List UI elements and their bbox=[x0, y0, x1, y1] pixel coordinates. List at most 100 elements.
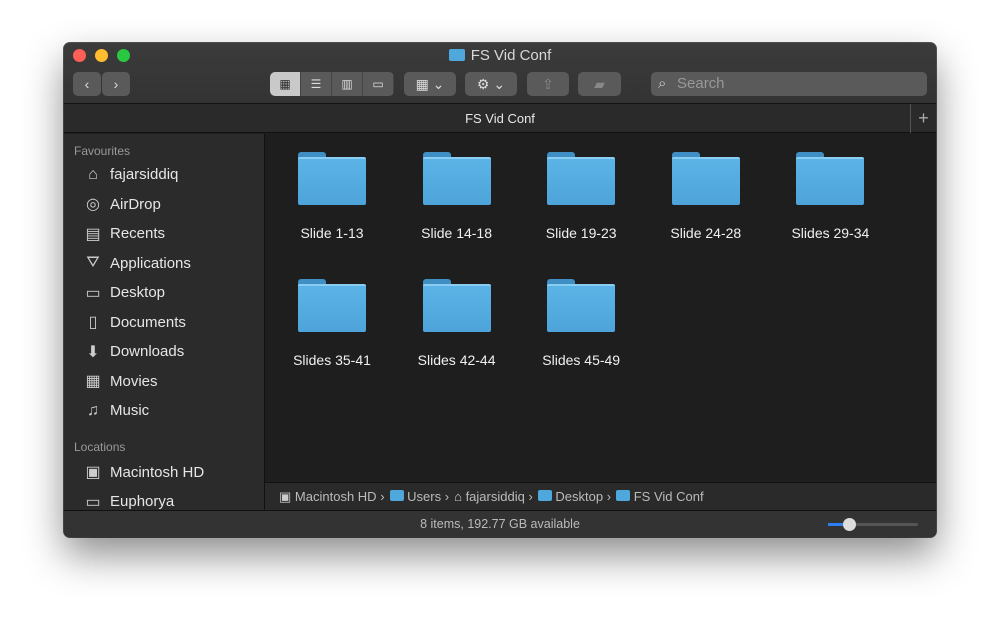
sidebar-item[interactable]: ▦ Movies bbox=[64, 367, 264, 397]
folder-icon bbox=[422, 279, 491, 332]
computer-icon: ▭ bbox=[85, 493, 101, 510]
sidebar-item-label: Downloads bbox=[110, 343, 185, 361]
hard-drive-icon: ▣ bbox=[279, 488, 292, 504]
back-button[interactable]: ‹ bbox=[73, 72, 101, 96]
sidebar-item[interactable]: ◎ AirDrop bbox=[64, 190, 264, 220]
folder-icon bbox=[547, 279, 616, 332]
path-segment[interactable]: Users › bbox=[389, 489, 450, 504]
music-icon: ♫ bbox=[87, 401, 99, 419]
forward-button[interactable]: › bbox=[102, 72, 130, 96]
icon-size-slider[interactable] bbox=[828, 518, 918, 531]
folder-icon bbox=[422, 152, 491, 205]
action-gear-button[interactable]: ⚙ ⌄ bbox=[465, 72, 517, 96]
folder-item[interactable]: Slides 42-44 bbox=[397, 279, 517, 368]
folder-item[interactable]: Slides 45-49 bbox=[521, 279, 641, 368]
folder-icon bbox=[298, 152, 366, 205]
sidebar-item[interactable]: ⛛ Applications bbox=[64, 249, 264, 279]
desktop-icon: ▭ bbox=[85, 284, 101, 302]
folder-icon bbox=[389, 490, 404, 501]
folder-icon bbox=[537, 490, 552, 501]
folder-icon bbox=[547, 152, 616, 205]
column-view-button[interactable]: ▥ bbox=[332, 72, 363, 96]
folder-label: Slides 42-44 bbox=[417, 352, 496, 368]
sidebar: Favourites ⌂ fajarsiddiq ◎ AirDrop ▤ Recents ⛛… bbox=[64, 134, 265, 510]
chevron-right-icon: › bbox=[606, 489, 612, 504]
sidebar-item-label: Documents bbox=[110, 313, 186, 331]
folder-item[interactable]: Slide 1-13 bbox=[272, 152, 392, 241]
folder-label: Slides 45-49 bbox=[542, 352, 621, 368]
gallery-view-button[interactable]: ▭ bbox=[363, 72, 394, 96]
slider-knob[interactable] bbox=[843, 518, 856, 531]
sidebar-item[interactable]: ▭ Desktop bbox=[64, 278, 264, 308]
folder-item[interactable]: Slide 19-23 bbox=[521, 152, 641, 241]
path-segment[interactable]: Desktop › bbox=[537, 489, 612, 504]
path-label: fajarsiddiq bbox=[465, 489, 525, 504]
folder-label: Slides 29-34 bbox=[791, 225, 870, 241]
path-segment[interactable]: ▣ Macintosh HD › bbox=[279, 489, 385, 505]
search-placeholder: Search bbox=[677, 75, 725, 92]
status-bar: 8 items, 192.77 GB available bbox=[64, 510, 936, 537]
tags-button[interactable]: ▰ bbox=[578, 72, 621, 96]
path-segment[interactable]: ⌂ fajarsiddiq › bbox=[454, 489, 533, 504]
file-grid: Slide 1-13 Slide 14-18 Slide 19-23 Slide 24… bbox=[265, 134, 936, 482]
chevron-right-icon: › bbox=[444, 489, 450, 504]
folder-icon bbox=[298, 279, 366, 332]
applications-icon: ⛛ bbox=[86, 254, 100, 272]
home-icon: ⌂ bbox=[88, 165, 98, 183]
sidebar-item[interactable]: ▯ Documents bbox=[64, 308, 264, 338]
path-segment[interactable]: FS Vid Conf bbox=[616, 489, 704, 504]
sidebar-item-label: AirDrop bbox=[110, 195, 161, 213]
title-bar: FS Vid Conf ‹ › ▦ ☰ ▥ ▭ ▦ ⌄ ⚙ ⌄ ⇪ ▰ ⌕ Sea… bbox=[64, 43, 936, 104]
window-title-text: FS Vid Conf bbox=[470, 47, 552, 64]
movies-icon: ▦ bbox=[85, 373, 101, 391]
finder-window: FS Vid Conf ‹ › ▦ ☰ ▥ ▭ ▦ ⌄ ⚙ ⌄ ⇪ ▰ ⌕ Sea… bbox=[64, 43, 936, 537]
sidebar-item-label: Desktop bbox=[110, 284, 166, 302]
path-label: FS Vid Conf bbox=[633, 489, 704, 504]
share-button[interactable]: ⇪ bbox=[527, 72, 569, 96]
tab-bar: FS Vid Conf + bbox=[64, 104, 936, 133]
list-view-button[interactable]: ☰ bbox=[301, 72, 332, 96]
locations-header: Locations bbox=[74, 439, 126, 454]
path-label: Users bbox=[407, 489, 442, 504]
sidebar-item-label: fajarsiddiq bbox=[110, 166, 179, 184]
sidebar-item-label: Macintosh HD bbox=[110, 463, 205, 481]
tab-title[interactable]: FS Vid Conf bbox=[465, 111, 535, 126]
path-label: Desktop bbox=[555, 489, 604, 504]
folder-item[interactable]: Slides 29-34 bbox=[770, 152, 890, 241]
search-field[interactable]: ⌕ Search bbox=[651, 72, 927, 96]
folder-icon bbox=[796, 152, 865, 205]
folder-item[interactable]: Slides 35-41 bbox=[272, 279, 392, 368]
view-mode-control: ▦ ☰ ▥ ▭ bbox=[270, 72, 394, 96]
hard-drive-icon: ▣ bbox=[85, 464, 101, 482]
folder-icon bbox=[448, 49, 465, 61]
sidebar-item[interactable]: ⬇ Downloads bbox=[64, 337, 264, 367]
search-icon: ⌕ bbox=[658, 75, 667, 92]
documents-icon: ▯ bbox=[88, 314, 98, 332]
icon-view-button[interactable]: ▦ bbox=[270, 72, 301, 96]
folder-label: Slide 19-23 bbox=[545, 225, 617, 241]
favourites-header: Favourites bbox=[74, 144, 131, 158]
folder-label: Slide 14-18 bbox=[421, 225, 492, 241]
sidebar-item[interactable]: ▤ Recents bbox=[64, 219, 264, 249]
sidebar-item[interactable]: ⌂ fajarsiddiq bbox=[64, 160, 264, 190]
folder-item[interactable]: Slide 14-18 bbox=[397, 152, 517, 241]
sidebar-item-label: Recents bbox=[110, 225, 166, 243]
recents-icon: ▤ bbox=[85, 225, 101, 243]
airdrop-icon: ◎ bbox=[86, 196, 100, 214]
path-bar: ▣ Macintosh HD › Users › ⌂ fajarsiddiq › … bbox=[265, 482, 936, 510]
chevron-right-icon: › bbox=[380, 488, 385, 504]
new-tab-button[interactable]: + bbox=[910, 104, 936, 133]
folder-label: Slide 1-13 bbox=[300, 225, 364, 241]
folder-icon bbox=[616, 490, 631, 501]
group-by-button[interactable]: ▦ ⌄ bbox=[404, 72, 456, 96]
sidebar-item[interactable]: ▣ Macintosh HD bbox=[64, 458, 264, 488]
sidebar-item[interactable]: ♫ Music bbox=[64, 396, 264, 426]
sidebar-item-label: Music bbox=[110, 402, 150, 420]
folder-icon bbox=[671, 152, 740, 205]
path-label: Macintosh HD bbox=[294, 488, 377, 504]
sidebar-item-label: Applications bbox=[110, 254, 191, 272]
folder-item[interactable]: Slide 24-28 bbox=[646, 152, 766, 241]
downloads-icon: ⬇ bbox=[86, 343, 100, 361]
window-title: FS Vid Conf bbox=[64, 47, 936, 64]
sidebar-item[interactable]: ▭ Euphorya bbox=[64, 487, 264, 510]
